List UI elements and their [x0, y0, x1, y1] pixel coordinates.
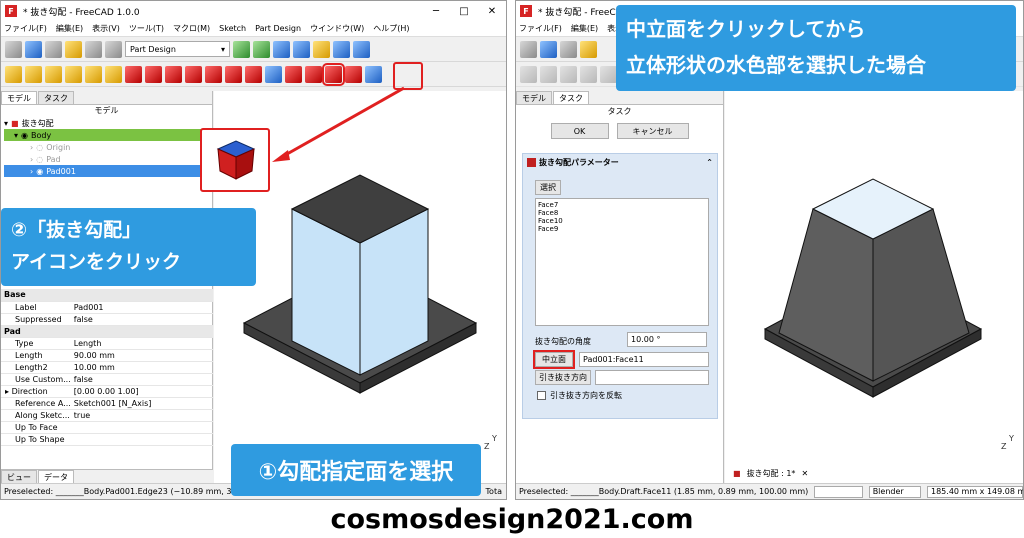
select-button[interactable]: 選択	[535, 180, 561, 195]
navigation-style-value: Blender	[872, 487, 904, 496]
ok-button[interactable]: OK	[550, 123, 609, 139]
params-header: 抜き勾配パラメーター ⌃	[523, 154, 717, 170]
angle-label: 抜き勾配の角度	[535, 337, 591, 346]
dimension-value: 185.40 mm x 149.08 mm	[931, 487, 1023, 496]
axis-y-icon: Y	[1008, 434, 1014, 443]
reverse-label: 引き抜き方向を反転	[550, 391, 622, 400]
arrow-head	[272, 150, 290, 162]
draft-icon: ■	[733, 469, 741, 478]
status-bar: Preselected: _______Body.Draft.Face11 (1…	[516, 483, 1023, 499]
angle-spinbox[interactable]: 10.00 °	[627, 332, 707, 347]
navigation-style-select[interactable]: Blender	[868, 485, 921, 498]
neutral-plane-value: Pad001:Face11	[583, 355, 644, 364]
drafted-face-right[interactable]	[872, 208, 970, 382]
freecad-logo-icon: F	[520, 5, 532, 17]
draft-icon-highlight	[393, 62, 423, 90]
list-item[interactable]: Face10	[538, 217, 706, 225]
drafted-face-left[interactable]	[778, 208, 874, 382]
status-text: Preselected: _______Body.Draft.Face11 (1…	[519, 487, 809, 496]
cancel-button[interactable]: キャンセル	[616, 123, 689, 139]
neutral-plane-button[interactable]: 中立面	[533, 350, 575, 369]
axis-z-icon: Z	[1001, 442, 1007, 451]
task-panel: モデル タスク タスク OK キャンセル 抜き勾配パラメーター ⌃ 選択 Fac…	[516, 91, 724, 483]
dimension-readout: 185.40 mm x 149.08 mm	[927, 485, 1023, 498]
menu-file[interactable]: ファイル(F)	[519, 23, 562, 34]
tab-model[interactable]: モデル	[516, 91, 552, 104]
params-title: 抜き勾配パラメーター	[539, 157, 619, 167]
new-file-icon[interactable]	[520, 40, 537, 58]
tab-task[interactable]: タスク	[553, 91, 589, 104]
angle-value: 10.00 °	[631, 335, 661, 344]
list-item[interactable]: Face9	[538, 225, 706, 233]
document-tab-label: 抜き勾配 : 1*	[746, 469, 796, 478]
collapse-icon[interactable]: ⌃	[706, 158, 713, 167]
menu-edit[interactable]: 編集(E)	[571, 23, 598, 34]
pull-direction-field[interactable]	[595, 370, 709, 385]
neutral-plane-field[interactable]: Pad001:Face11	[579, 352, 709, 367]
save-icon[interactable]	[560, 40, 577, 58]
face-list[interactable]: Face7 Face8 Face10 Face9	[535, 198, 709, 326]
datum-plane-icon[interactable]	[600, 65, 617, 83]
reverse-checkbox-row[interactable]: 引き抜き方向を反転	[537, 390, 622, 401]
arrow-line	[279, 86, 405, 160]
document-tab[interactable]: ■ 抜き勾配 : 1* ✕	[733, 468, 808, 479]
instruction-callout-right: 中立面をクリックしてから 立体形状の水色部を選択した場合	[616, 5, 1016, 91]
3d-viewport[interactable]: Y Z ■ 抜き勾配 : 1* ✕	[725, 91, 1024, 483]
site-watermark: cosmosdesign2021.com	[330, 503, 694, 535]
panel-title: タスク	[607, 107, 632, 116]
right-freecad-window: F * 抜き勾配 - FreeCAD ファイル(F) 編集(E) 表示( モデル…	[515, 0, 1024, 500]
draft-model-svg[interactable]: Y Z	[725, 91, 1024, 483]
panel-tabs: モデル タスク	[516, 91, 723, 105]
open-file-icon[interactable]	[540, 40, 557, 58]
body-create-icon[interactable]	[520, 65, 537, 83]
datum-line-icon[interactable]	[580, 65, 597, 83]
dialog-buttons: OK キャンセル	[516, 123, 723, 139]
close-icon[interactable]: ✕	[801, 469, 808, 478]
list-item[interactable]: Face8	[538, 209, 706, 217]
draft-parameters-box: 抜き勾配パラメーター ⌃ 選択 Face7 Face8 Face10 Face9…	[522, 153, 718, 419]
list-item[interactable]: Face7	[538, 201, 706, 209]
reverse-checkbox[interactable]	[537, 391, 546, 400]
draft-icon	[527, 157, 536, 167]
sketch-icon[interactable]	[540, 65, 557, 83]
undo-icon[interactable]	[580, 40, 597, 58]
color-picker[interactable]	[814, 485, 863, 498]
pull-direction-button[interactable]: 引き抜き方向	[535, 370, 591, 385]
datum-point-icon[interactable]	[560, 65, 577, 83]
